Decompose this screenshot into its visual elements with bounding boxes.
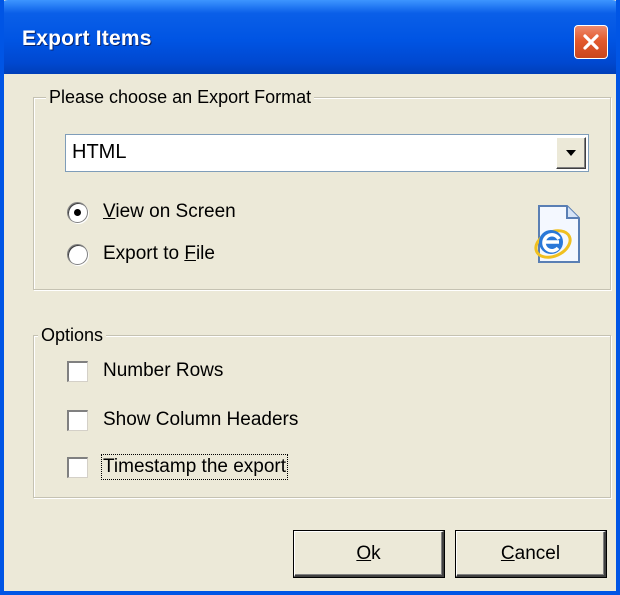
export-format-group: Please choose an Export Format HTML View… bbox=[33, 85, 611, 290]
number-rows-label: Number Rows bbox=[103, 360, 224, 381]
number-rows-checkbox[interactable] bbox=[67, 360, 88, 382]
show-column-headers-checkbox[interactable] bbox=[67, 409, 88, 431]
options-legend: Options bbox=[38, 323, 107, 347]
close-button[interactable] bbox=[574, 25, 608, 59]
number-rows-option[interactable]: Number Rows bbox=[67, 360, 223, 382]
export-to-file-option[interactable]: Export to File bbox=[67, 243, 215, 265]
export-format-value: HTML bbox=[72, 141, 127, 163]
cancel-button[interactable]: Cancel bbox=[456, 531, 606, 577]
timestamp-export-label: Timestamp the export bbox=[100, 454, 289, 480]
view-on-screen-option[interactable]: View on Screen bbox=[67, 201, 236, 223]
timestamp-export-option[interactable]: Timestamp the export bbox=[67, 454, 289, 480]
chevron-down-icon bbox=[566, 150, 576, 156]
ok-mnemonic: O bbox=[356, 542, 372, 564]
show-column-headers-option[interactable]: Show Column Headers bbox=[67, 409, 298, 431]
export-format-select[interactable]: HTML bbox=[65, 134, 589, 172]
cancel-mnemonic: C bbox=[500, 542, 515, 564]
ok-button[interactable]: Ok bbox=[294, 531, 444, 577]
export-format-legend: Please choose an Export Format bbox=[46, 85, 315, 109]
close-icon bbox=[583, 34, 599, 50]
dialog-title: Export Items bbox=[22, 27, 152, 50]
export-items-dialog: Export Items Please choose an Export For… bbox=[0, 0, 620, 595]
export-to-file-radio[interactable] bbox=[67, 243, 88, 265]
view-on-screen-label: View on Screen bbox=[103, 201, 236, 222]
view-on-screen-radio[interactable] bbox=[67, 201, 88, 223]
export-format-dropdown-button[interactable] bbox=[556, 137, 586, 169]
cancel-label-rest: ancel bbox=[514, 542, 561, 564]
show-column-headers-label: Show Column Headers bbox=[103, 409, 299, 430]
options-group: Options Number Rows Show Column Headers … bbox=[33, 323, 611, 498]
timestamp-export-checkbox[interactable] bbox=[67, 456, 88, 478]
internet-explorer-document-icon bbox=[534, 205, 580, 263]
export-to-file-label: Export to File bbox=[103, 243, 215, 264]
title-bar[interactable]: Export Items bbox=[4, 0, 616, 74]
radio-selected-dot bbox=[74, 208, 81, 216]
ok-label-rest: k bbox=[371, 542, 381, 564]
